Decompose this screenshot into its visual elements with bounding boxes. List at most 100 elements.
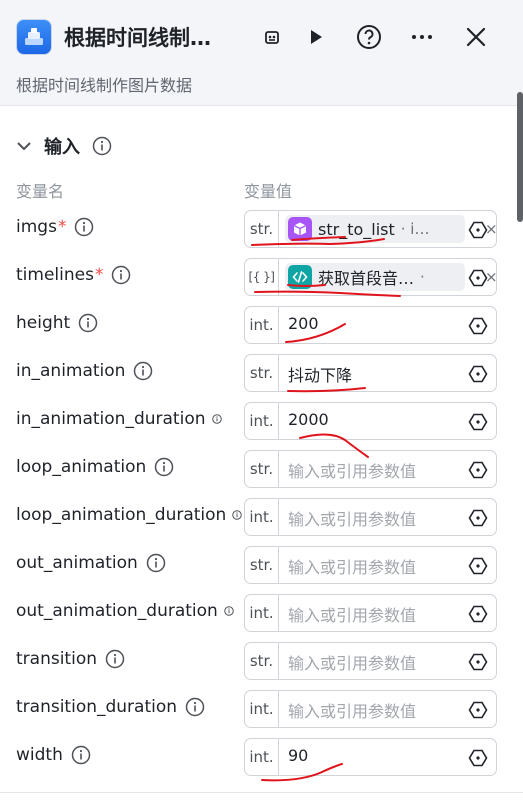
scrollbar[interactable] (517, 92, 523, 222)
param-value-field[interactable]: str. 输入或引用参数值 (244, 450, 497, 488)
variable-reference-icon[interactable] (468, 652, 488, 672)
param-name: transition (16, 649, 97, 669)
param-name: out_animation (16, 553, 138, 573)
info-icon[interactable] (71, 745, 91, 765)
variable-reference-icon[interactable] (468, 364, 488, 384)
param-value-field[interactable]: int. 输入或引用参数值 (244, 594, 497, 632)
param-label: width (16, 745, 91, 765)
variable-reference-icon[interactable] (468, 316, 488, 336)
param-name: timelines (16, 265, 94, 285)
param-value[interactable]: 2000 (288, 410, 329, 429)
reference-suffix: · (420, 268, 425, 286)
param-placeholder[interactable]: 输入或引用参数值 (288, 698, 416, 722)
param-value-field[interactable]: str. 输入或引用参数值 (244, 546, 497, 584)
help-icon (357, 25, 381, 49)
param-label: height (16, 313, 98, 333)
type-tag[interactable]: str. (245, 643, 279, 679)
more-button[interactable] (407, 22, 437, 52)
info-icon[interactable] (74, 217, 94, 237)
info-icon[interactable] (105, 649, 125, 669)
bug-icon (265, 31, 279, 44)
type-tag[interactable]: int. (245, 739, 279, 775)
type-tag[interactable]: int. (245, 403, 279, 439)
info-icon[interactable] (154, 457, 174, 477)
param-placeholder[interactable]: 输入或引用参数值 (288, 650, 416, 674)
param-placeholder[interactable]: 输入或引用参数值 (288, 458, 416, 482)
param-row: in_animation str. 抖动下降 (0, 354, 523, 392)
col-header-value: 变量值 (244, 182, 293, 201)
type-tag[interactable]: str. (245, 451, 279, 487)
param-label: transition_duration (16, 697, 205, 717)
info-icon[interactable] (224, 606, 234, 616)
param-value[interactable]: 200 (288, 314, 319, 333)
variable-reference-icon[interactable] (468, 508, 488, 528)
type-tag[interactable]: int. (245, 307, 279, 343)
info-icon[interactable] (133, 361, 153, 381)
cube-icon (288, 217, 312, 241)
param-label: in_animation (16, 361, 153, 381)
reference-chip[interactable]: 获取首段音… · × (285, 263, 498, 291)
type-tag[interactable]: int. (245, 595, 279, 631)
param-label: timelines * (16, 265, 131, 285)
chevron-down-icon (17, 142, 31, 151)
param-value-field[interactable]: int. 90 (244, 738, 497, 776)
reference-chip[interactable]: str_to_list · i… × (285, 215, 498, 243)
input-section-toggle[interactable]: 输入 (16, 133, 112, 159)
param-value-field[interactable]: int. 200 (244, 306, 497, 344)
debug-button[interactable] (257, 22, 287, 52)
variable-reference-icon[interactable] (468, 556, 488, 576)
close-button[interactable] (461, 22, 491, 52)
type-tag[interactable]: str. (245, 547, 279, 583)
param-placeholder[interactable]: 输入或引用参数值 (288, 506, 416, 530)
info-icon[interactable] (146, 553, 166, 573)
info-icon[interactable] (111, 265, 131, 285)
param-row: in_animation_duration int. 2000 (0, 402, 523, 440)
param-row: out_animation str. 输入或引用参数值 (0, 546, 523, 584)
param-name: in_animation_duration (16, 409, 206, 429)
param-value-field[interactable]: str. 抖动下降 (244, 354, 497, 392)
param-row: loop_animation str. 输入或引用参数值 (0, 450, 523, 488)
type-tag[interactable]: int. (245, 691, 279, 727)
param-value-field[interactable]: int. 2000 (244, 402, 497, 440)
variable-reference-icon[interactable] (468, 460, 488, 480)
param-value-field[interactable]: str. 输入或引用参数值 (244, 642, 497, 680)
info-icon[interactable] (185, 697, 205, 717)
type-tag[interactable]: str. (245, 211, 279, 247)
type-tag[interactable]: str. (245, 355, 279, 391)
param-placeholder[interactable]: 输入或引用参数值 (288, 554, 416, 578)
param-placeholder[interactable]: 输入或引用参数值 (288, 602, 416, 626)
variable-reference-icon[interactable] (468, 268, 488, 288)
param-name: loop_animation (16, 457, 147, 477)
param-row: height int. 200 (0, 306, 523, 344)
info-icon[interactable] (78, 313, 98, 333)
param-value-field[interactable]: str. str_to_list · i… × (244, 210, 498, 248)
param-name: loop_animation_duration (16, 505, 227, 525)
param-value-field[interactable]: int. 输入或引用参数值 (244, 690, 497, 728)
param-name: transition_duration (16, 697, 178, 717)
type-tag[interactable]: [{ }] (245, 259, 279, 295)
param-value-field[interactable]: int. 输入或引用参数值 (244, 498, 497, 536)
param-label: in_animation_duration (16, 409, 222, 429)
variable-reference-icon[interactable] (468, 412, 488, 432)
divider (0, 792, 523, 793)
type-tag[interactable]: int. (245, 499, 279, 535)
help-button[interactable] (354, 22, 384, 52)
variable-reference-icon[interactable] (468, 604, 488, 624)
page-title: 根据时间线制… (64, 26, 211, 50)
info-icon[interactable] (211, 414, 222, 424)
param-value-field[interactable]: [{ }] 获取首段音… · × (244, 258, 498, 296)
param-value[interactable]: 抖动下降 (288, 362, 352, 386)
run-button[interactable] (300, 22, 330, 52)
info-icon[interactable] (232, 510, 243, 520)
param-row: transition_duration int. 输入或引用参数值 (0, 690, 523, 728)
variable-reference-icon[interactable] (468, 700, 488, 720)
param-value[interactable]: 90 (288, 746, 308, 765)
param-row: loop_animation_duration int. 输入或引用参数值 (0, 498, 523, 536)
reference-name: str_to_list (318, 219, 395, 239)
variable-reference-icon[interactable] (468, 220, 488, 240)
more-icon (412, 35, 432, 39)
required-mark: * (57, 217, 67, 237)
variable-reference-icon[interactable] (468, 748, 488, 768)
info-icon[interactable] (92, 136, 112, 156)
reference-name: 获取首段音… (318, 269, 415, 288)
